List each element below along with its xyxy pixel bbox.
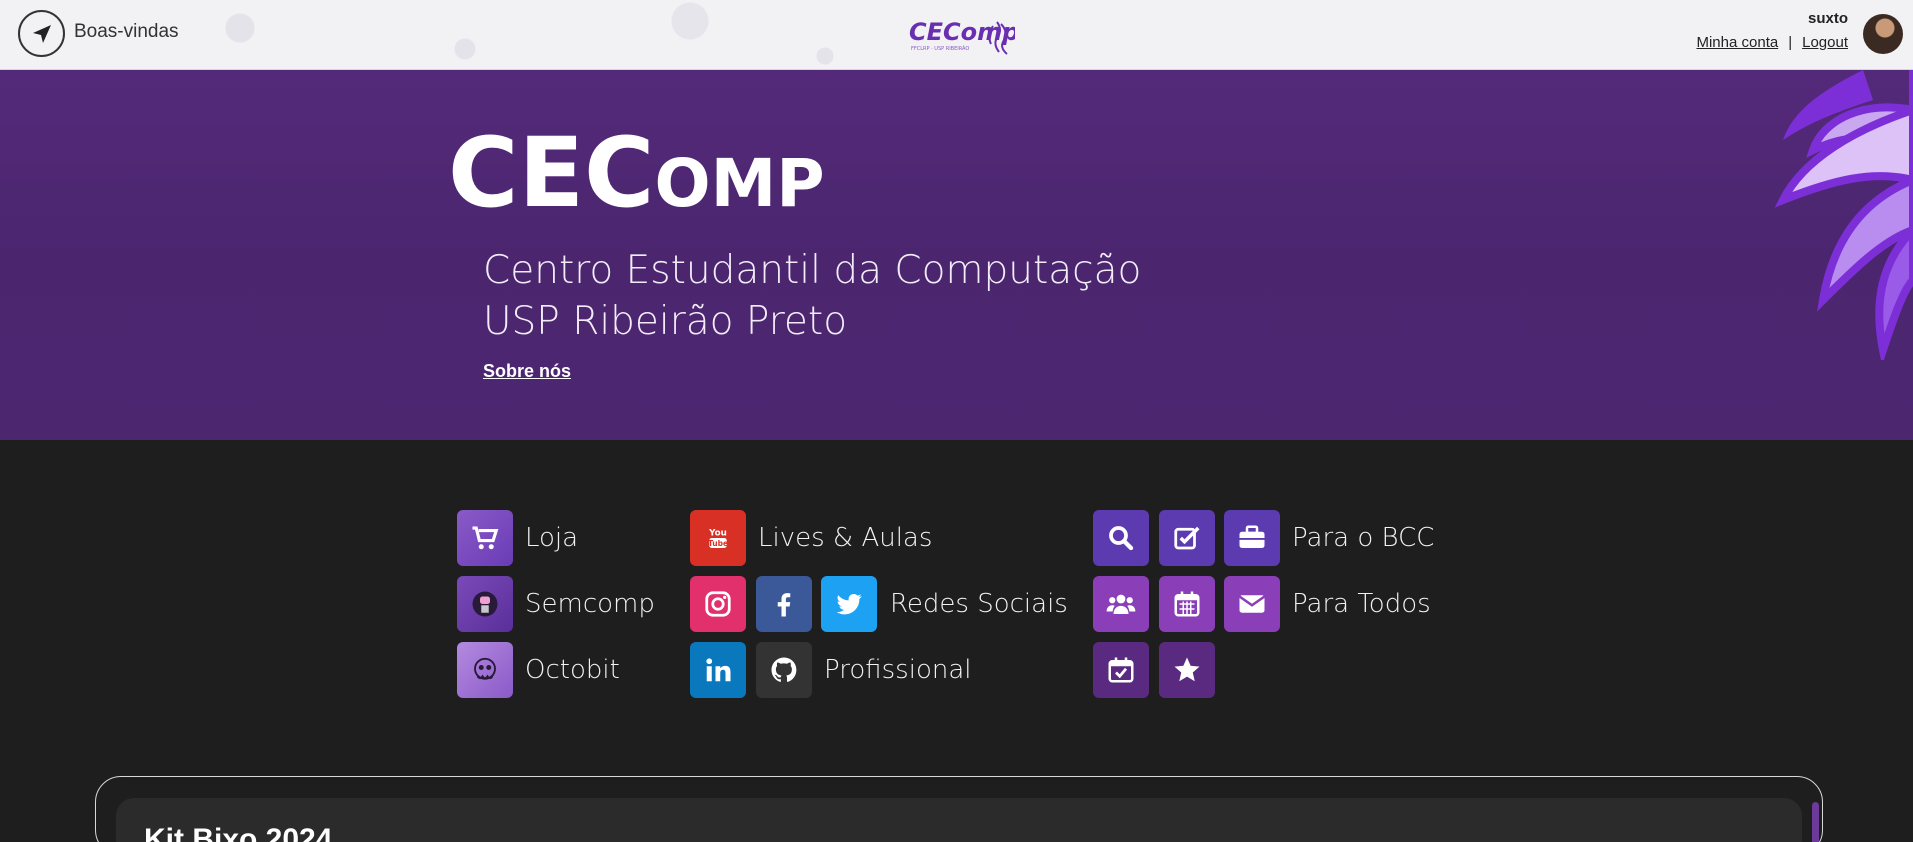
star-icon [1174, 657, 1200, 682]
github-icon [771, 657, 797, 682]
semcomp-label[interactable]: Semcomp [525, 576, 655, 632]
facebook-icon [777, 593, 791, 617]
octobit-icon [474, 657, 496, 680]
logout-link[interactable]: Logout [1802, 34, 1848, 51]
calendar-tile[interactable] [1159, 576, 1215, 632]
header-pattern [60, 0, 960, 69]
para-todos-label[interactable]: Para Todos [1292, 576, 1431, 632]
account-links: Minha conta | Logout [1696, 34, 1848, 51]
loja-tile[interactable] [457, 510, 513, 566]
briefcase-icon [1239, 525, 1265, 548]
hero-title: CECOMP [448, 125, 825, 221]
envelope-icon [1238, 595, 1266, 613]
twitter-icon [836, 593, 862, 615]
welcome-label: Boas-vindas [74, 21, 179, 42]
youtube-icon: YouTube [708, 529, 728, 549]
github-tile[interactable] [756, 642, 812, 698]
lives-label[interactable]: Lives & Aulas [758, 510, 932, 566]
news-card-title: Kit Bixo 2024 [144, 823, 333, 842]
about-link[interactable]: Sobre nós [483, 361, 571, 382]
twitter-tile[interactable] [821, 576, 877, 632]
octobit-label[interactable]: Octobit [525, 642, 620, 698]
checklist-tile[interactable] [1159, 510, 1215, 566]
avatar[interactable] [1863, 14, 1903, 54]
svg-text:FFCLRP · USP RIBEIRÃO: FFCLRP · USP RIBEIRÃO [911, 45, 969, 52]
users-tile[interactable] [1093, 576, 1149, 632]
briefcase-tile[interactable] [1224, 510, 1280, 566]
linkedin-icon [706, 658, 731, 682]
star-tile[interactable] [1159, 642, 1215, 698]
redes-sociais-label[interactable]: Redes Sociais [890, 576, 1068, 632]
semcomp-mascot-icon [472, 591, 498, 617]
loja-label[interactable]: Loja [525, 510, 578, 566]
instagram-tile[interactable] [690, 576, 746, 632]
profissional-label[interactable]: Profissional [824, 642, 971, 698]
youtube-tile[interactable]: You Tube [690, 510, 746, 566]
users-icon [1106, 594, 1136, 614]
shopping-cart-icon [472, 526, 499, 550]
navigation-arrow-icon [32, 24, 51, 43]
hero-banner: CECOMP Centro Estudantil da Computação U… [0, 70, 1913, 440]
facebook-tile[interactable] [756, 576, 812, 632]
para-o-bcc-label[interactable]: Para o BCC [1292, 510, 1434, 566]
search-tile[interactable] [1093, 510, 1149, 566]
semcomp-tile[interactable] [457, 576, 513, 632]
link-separator: | [1788, 34, 1793, 51]
linkedin-tile[interactable] [690, 642, 746, 698]
calendar-check-tile[interactable] [1093, 642, 1149, 698]
card-scrollbar[interactable] [1812, 802, 1819, 842]
svg-text:You: You [708, 529, 727, 539]
news-card[interactable] [116, 798, 1802, 842]
svg-text:Tube: Tube [708, 539, 728, 548]
hero-subtitle: Centro Estudantil da Computação USP Ribe… [483, 245, 1141, 347]
envelope-tile[interactable] [1224, 576, 1280, 632]
top-bar: Boas-vindas CEComp FFCLRP · USP RIBEIRÃO… [0, 0, 1913, 70]
calendar-icon [1174, 591, 1200, 617]
hero-title-small: OMP [654, 145, 825, 222]
hero-subtitle-line2: USP Ribeirão Preto [483, 299, 848, 344]
navigation-button[interactable] [18, 10, 65, 57]
cecomp-logo[interactable]: CEComp FFCLRP · USP RIBEIRÃO [905, 12, 1015, 62]
instagram-icon [705, 591, 731, 617]
tentacles-decoration [1774, 70, 1913, 360]
hero-title-big: CEC [448, 117, 655, 229]
my-account-link[interactable]: Minha conta [1696, 34, 1778, 51]
hero-subtitle-line1: Centro Estudantil da Computação [483, 248, 1142, 293]
user-name: suxto [1807, 10, 1848, 27]
edit-checkbox-icon [1174, 526, 1200, 550]
search-icon [1109, 526, 1134, 551]
calendar-check-icon [1108, 657, 1134, 683]
octobit-tile[interactable] [457, 642, 513, 698]
